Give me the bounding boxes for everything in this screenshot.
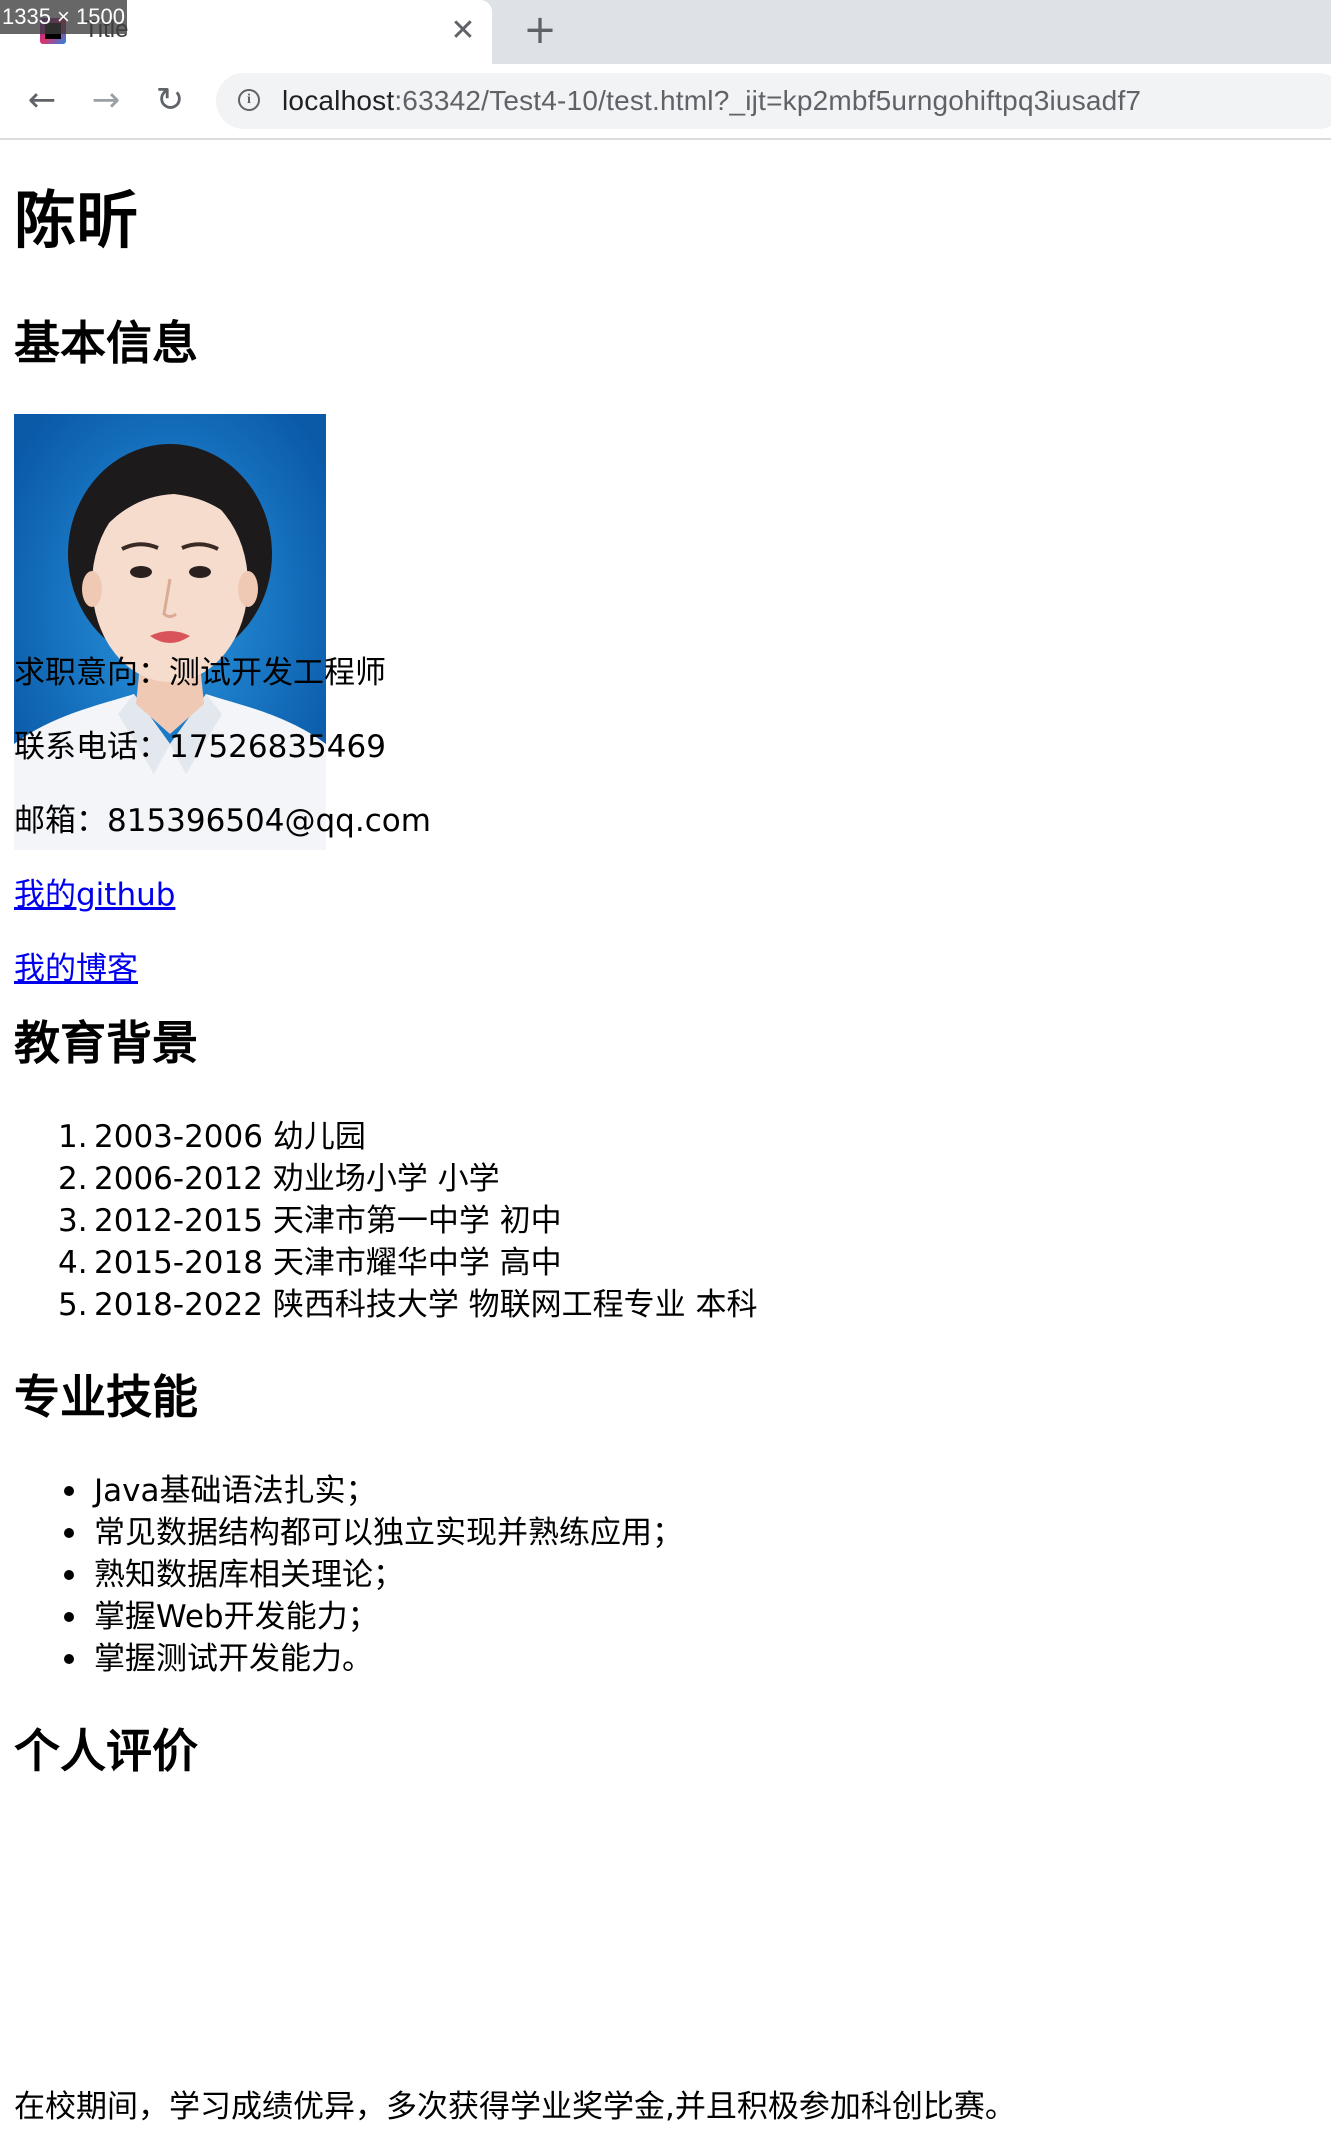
back-arrow-icon[interactable]: ← <box>20 78 64 122</box>
skill-item: 掌握Web开发能力； <box>94 1599 379 1635</box>
list-item: 常见数据结构都可以独立实现并熟练应用； <box>14 1512 683 1554</box>
forward-arrow-icon[interactable]: → <box>84 78 128 122</box>
education-list: 1. 2003-2006 幼儿园 2. 2006-2012 劝业场小学 小学 3. 2… <box>14 1116 758 1326</box>
education-item: 2018-2022 陕西科技大学 物联网工程专业 本科 <box>94 1287 758 1323</box>
education-item: 2006-2012 劝业场小学 小学 <box>94 1161 500 1197</box>
new-tab-icon[interactable]: + <box>520 10 560 50</box>
close-tab-icon[interactable]: ✕ <box>446 12 480 50</box>
url-host: localhost <box>282 85 395 116</box>
education-item: 2012-2015 天津市第一中学 初中 <box>94 1203 562 1239</box>
bullet-icon <box>64 1570 74 1580</box>
skill-item: 常见数据结构都可以独立实现并熟练应用； <box>94 1515 683 1551</box>
skill-item: 掌握测试开发能力。 <box>94 1641 373 1677</box>
email-text: 邮箱：815396504@qq.com <box>14 803 431 839</box>
list-item: Java基础语法扎实； <box>14 1470 683 1512</box>
list-item: 熟知数据库相关理论； <box>14 1554 683 1596</box>
url-text[interactable]: localhost:63342/Test4-10/test.html?_ijt=… <box>282 85 1141 117</box>
blog-link[interactable]: 我的博客 <box>14 954 138 985</box>
section-heading-education: 教育背景 <box>14 1016 198 1070</box>
job-intent-text: 求职意向：测试开发工程师 <box>14 655 386 691</box>
tab-strip: Title ✕ + 1335 × 1500 <box>0 0 1331 64</box>
education-item: 2015-2018 天津市耀华中学 高中 <box>94 1245 562 1281</box>
bullet-icon <box>64 1612 74 1622</box>
reload-icon[interactable]: ↻ <box>148 78 192 122</box>
list-marker: 3. <box>58 1203 88 1239</box>
skill-item: 熟知数据库相关理论； <box>94 1557 404 1593</box>
phone-text: 联系电话：17526835469 <box>14 729 386 765</box>
list-item: 1. 2003-2006 幼儿园 <box>14 1116 758 1158</box>
github-link[interactable]: 我的github <box>14 880 175 911</box>
list-marker: 2. <box>58 1161 88 1197</box>
url-path: :63342/Test4-10/test.html?_ijt=kp2mbf5ur… <box>394 85 1142 116</box>
list-item: 5. 2018-2022 陕西科技大学 物联网工程专业 本科 <box>14 1284 758 1326</box>
list-item: 4. 2015-2018 天津市耀华中学 高中 <box>14 1242 758 1284</box>
page-title: 陈昕 <box>14 184 139 257</box>
section-heading-skills: 专业技能 <box>14 1370 198 1424</box>
browser-toolbar: ← → ↻ i localhost:63342/Test4-10/test.ht… <box>0 64 1331 140</box>
skill-item: Java基础语法扎实； <box>94 1473 377 1509</box>
portrait-illustration <box>14 414 326 850</box>
profile-photo <box>14 414 326 850</box>
list-marker: 5. <box>58 1287 88 1323</box>
list-item: 掌握Web开发能力； <box>14 1596 683 1638</box>
address-bar[interactable]: i localhost:63342/Test4-10/test.html?_ij… <box>216 73 1331 129</box>
section-heading-evaluation: 个人评价 <box>14 1724 198 1778</box>
site-info-icon[interactable]: i <box>238 89 260 111</box>
list-marker: 1. <box>58 1119 88 1155</box>
list-item: 2. 2006-2012 劝业场小学 小学 <box>14 1158 758 1200</box>
size-badge: 1335 × 1500 <box>0 0 127 34</box>
list-item: 掌握测试开发能力。 <box>14 1638 683 1680</box>
bullet-icon <box>64 1654 74 1664</box>
list-marker: 4. <box>58 1245 88 1281</box>
list-item: 3. 2012-2015 天津市第一中学 初中 <box>14 1200 758 1242</box>
evaluation-text: 在校期间，学习成绩优异，多次获得学业奖学金,并且积极参加科创比赛。 <box>14 2089 1016 2125</box>
skills-list: Java基础语法扎实； 常见数据结构都可以独立实现并熟练应用； 熟知数据库相关理… <box>14 1470 683 1680</box>
bullet-icon <box>64 1528 74 1538</box>
bullet-icon <box>64 1486 74 1496</box>
education-item: 2003-2006 幼儿园 <box>94 1119 366 1155</box>
section-heading-basic-info: 基本信息 <box>14 316 198 370</box>
